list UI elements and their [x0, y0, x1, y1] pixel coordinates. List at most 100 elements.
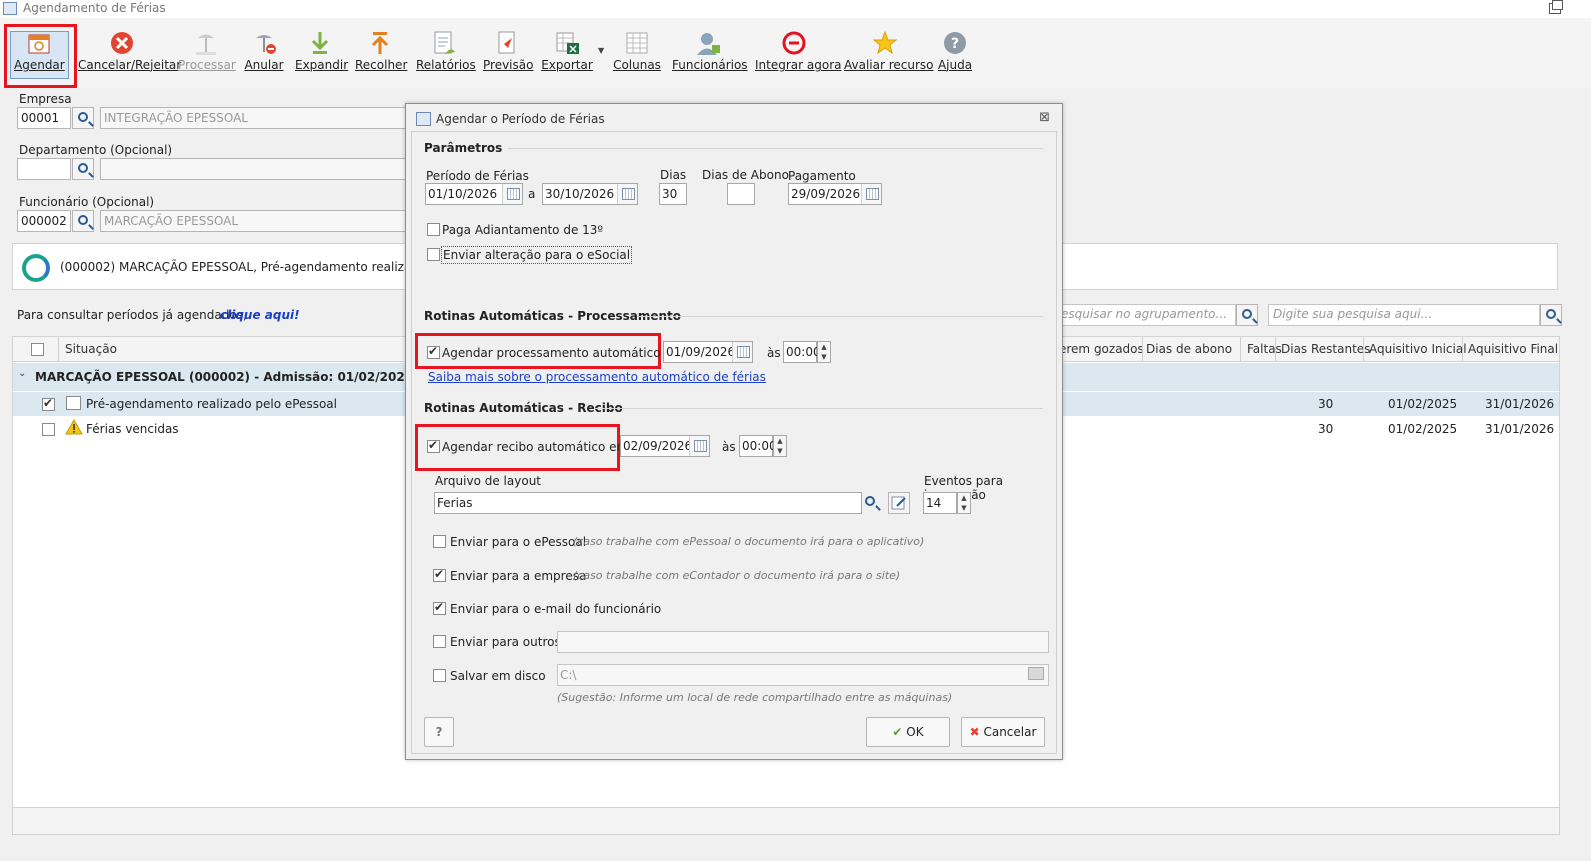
help-button[interactable]: ? — [424, 717, 454, 747]
send-outros-label: Enviar para outros — [450, 635, 561, 649]
recolher-button[interactable]: Recolher — [355, 26, 407, 90]
proc-learn-more-link[interactable]: Saiba mais sobre o processamento automát… — [428, 370, 766, 384]
esocial-checkbox[interactable] — [427, 248, 440, 261]
app-icon — [3, 2, 17, 15]
dias-label: Dias — [660, 168, 687, 182]
departamento-code-input[interactable] — [17, 158, 71, 180]
previsao-button[interactable]: Previsão — [483, 26, 533, 90]
integrar-agora-button[interactable]: Integrar agora — [755, 26, 841, 90]
anular-button[interactable]: Anular — [243, 26, 285, 90]
row-checkbox[interactable] — [42, 396, 55, 411]
calendar-icon[interactable] — [861, 184, 881, 204]
dias-input[interactable]: 30 — [659, 183, 687, 205]
abono-input[interactable] — [727, 183, 755, 205]
cancelar-button[interactable]: ✖ Cancelar — [961, 717, 1045, 747]
col-aq-final[interactable]: Aquisitivo Final — [1468, 342, 1558, 356]
search-icon — [865, 496, 875, 506]
proc-checkbox[interactable] — [427, 344, 440, 359]
layout-edit-button[interactable] — [888, 492, 910, 514]
calendar-icon[interactable] — [732, 342, 752, 362]
send-outros-checkbox[interactable] — [433, 635, 446, 648]
empresa-name-field: INTEGRAÇÃO EPESSOAL — [100, 107, 410, 129]
search-icon — [78, 215, 88, 225]
folder-icon[interactable] — [1028, 667, 1044, 680]
send-epessoal-hint: (caso trabalhe com ePessoal o documento … — [573, 535, 925, 548]
group-search-input[interactable]: esquisar no agrupamento... — [1056, 304, 1236, 326]
main-search-button[interactable] — [1540, 304, 1562, 326]
calendar-icon[interactable] — [502, 184, 522, 204]
proc-time-input[interactable]: 00:00 — [783, 341, 821, 363]
select-all-checkbox[interactable] — [31, 343, 44, 356]
funcionario-code-input[interactable]: 000002 — [17, 210, 71, 232]
help-icon: ? — [942, 30, 968, 56]
funcionarios-button[interactable]: Funcionários — [672, 26, 748, 90]
recibo-time-stepper[interactable]: ▲ ▼ — [773, 435, 787, 457]
send-epessoal-checkbox[interactable] — [433, 535, 446, 548]
calendar-icon[interactable] — [617, 184, 637, 204]
col-abono[interactable]: Dias de abono — [1146, 342, 1232, 356]
layout-input[interactable]: Ferias — [434, 492, 862, 514]
dialog-title: Agendar o Período de Férias — [436, 112, 605, 126]
layout-label: Arquivo de layout — [435, 474, 542, 488]
adiantamento-checkbox[interactable] — [427, 223, 440, 236]
expandir-button[interactable]: Expandir — [295, 26, 348, 90]
consult-link[interactable]: clique aqui! — [220, 308, 300, 322]
periodo-label: Período de Férias — [426, 169, 529, 183]
collapse-icon[interactable]: ⌄ — [18, 368, 26, 379]
col-situacao[interactable]: Situação — [65, 342, 117, 356]
search-icon — [1546, 309, 1556, 319]
row-restantes: 30 — [1318, 397, 1334, 411]
funcionario-search-button[interactable] — [72, 210, 94, 232]
restore-icon[interactable] — [1549, 0, 1563, 14]
proc-time-stepper[interactable]: ▲ ▼ — [817, 341, 831, 363]
colunas-button[interactable]: Colunas — [613, 26, 661, 90]
recibo-checkbox[interactable] — [427, 438, 440, 453]
send-empresa-checkbox[interactable] — [433, 567, 446, 582]
columns-icon — [624, 30, 650, 56]
adiantamento-label: Paga Adiantamento de 13º — [442, 223, 604, 237]
edit-icon — [891, 496, 906, 510]
recibo-time-input[interactable]: 00:00 — [739, 435, 777, 457]
empresa-search-button[interactable] — [72, 107, 94, 129]
calendar-icon[interactable] — [689, 436, 709, 456]
group-search-button[interactable] — [1236, 304, 1258, 326]
disco-path-input[interactable]: C:\ — [557, 664, 1049, 686]
section-recibo: Rotinas Automáticas - Recibo — [424, 401, 623, 415]
departamento-search-button[interactable] — [72, 158, 94, 180]
eventos-stepper[interactable]: ▲ ▼ — [957, 492, 971, 514]
abono-label: Dias de Abono — [702, 168, 789, 182]
cancelar-rejeitar-button[interactable]: Cancelar/Rejeitar — [78, 26, 181, 90]
empresa-code-input[interactable]: 00001 — [17, 107, 71, 129]
relatorios-button[interactable]: Relatórios — [416, 26, 476, 90]
col-aq-inicial[interactable]: Aquisitivo Inicial — [1369, 342, 1467, 356]
row-checkbox[interactable] — [42, 423, 55, 436]
row-aq-final: 31/01/2026 — [1485, 397, 1555, 411]
eventos-input[interactable]: 14 — [923, 492, 957, 514]
avaliar-recurso-button[interactable]: Avaliar recurso — [844, 26, 934, 90]
send-email-checkbox[interactable] — [433, 600, 446, 615]
grid-footer — [12, 808, 1560, 835]
col-restantes[interactable]: Dias Restantes — [1281, 342, 1370, 356]
empresa-label: Empresa — [19, 92, 72, 106]
title-bar: Agendamento de Férias — [0, 0, 1591, 18]
close-icon[interactable]: ⊠ — [1039, 110, 1050, 125]
col-a-gozar[interactable]: erem gozados — [1059, 342, 1144, 356]
send-outros-input[interactable] — [557, 631, 1049, 653]
edit-document-icon — [66, 396, 81, 410]
layout-search-button[interactable] — [860, 492, 882, 514]
exportar-button[interactable]: Exportar — [540, 26, 594, 90]
salvar-disco-checkbox[interactable] — [433, 669, 446, 682]
dropdown-arrow-icon[interactable]: ▼ — [598, 46, 604, 55]
ok-button[interactable]: ✔ OK — [866, 717, 950, 747]
excel-icon — [554, 30, 580, 56]
notice-text: (000002) MARCAÇÃO EPESSOAL, Pré-agendame… — [60, 260, 456, 274]
window-title: Agendamento de Férias — [23, 1, 166, 15]
agendar-button[interactable]: Agendar — [14, 26, 65, 90]
processar-button[interactable]: Processar — [178, 26, 236, 90]
row-situacao: Férias vencidas — [86, 422, 179, 436]
econtador-icon — [781, 30, 807, 56]
ajuda-button[interactable]: ? Ajuda — [937, 26, 973, 90]
col-faltas[interactable]: Faltas — [1247, 342, 1282, 356]
main-search-input[interactable]: Digite sua pesquisa aqui... — [1268, 304, 1540, 326]
cancel-icon — [109, 30, 135, 56]
